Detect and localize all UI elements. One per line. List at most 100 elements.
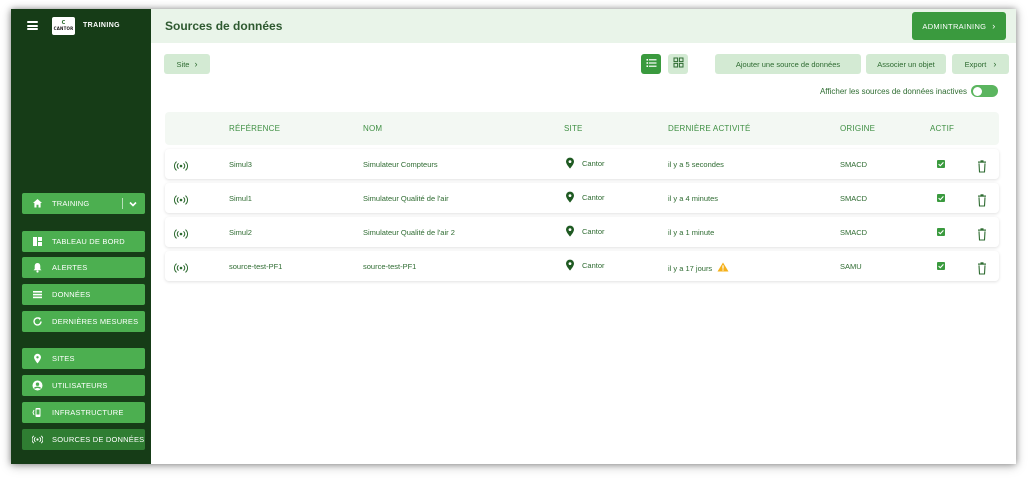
grid-view-icon [673,55,684,73]
chevron-right-icon: › [194,59,198,69]
broadcast-icon [32,434,43,445]
column-header-name[interactable]: NOM [363,124,382,133]
sidebar-item-sources-de-donnees[interactable]: SOURCES DE DONNÉES [22,429,145,450]
last-activity-text: il y a 1 minute [668,228,715,237]
cell-reference[interactable]: Simul3 [229,160,252,169]
sidebar-item-label: SITES [52,354,75,363]
active-checkbox[interactable] [937,228,945,236]
column-header-last-activity[interactable]: DERNIÈRE ACTIVITÉ [668,124,751,133]
sidebar-item-label: TABLEAU DE BORD [52,237,125,246]
delete-trash-icon[interactable] [977,262,987,275]
location-pin-icon [565,191,575,203]
location-pin-icon [565,157,575,169]
associate-object-button[interactable]: Associer un objet [866,54,946,74]
sidebar-item-utilisateurs[interactable]: UTILISATEURS [22,375,145,396]
show-inactive-toggle[interactable] [971,85,998,97]
active-checkbox[interactable] [937,262,945,270]
site-filter-button[interactable]: Site › [164,54,210,74]
add-data-source-button[interactable]: Ajouter une source de données [715,54,861,74]
location-pin-icon [565,225,575,237]
site-filter-label: Site [176,59,190,69]
cell-origin: SAMU [840,262,862,271]
column-header-site[interactable]: SITE [564,124,583,133]
hamburger-menu-icon[interactable] [27,21,38,30]
workspace-label: TRAINING [52,199,90,208]
show-inactive-label: Afficher les sources de données inactive… [819,86,967,96]
app-window: C CANTOR TRAINING TRAINING TABLEAU DE BO… [11,9,1016,464]
bell-icon [32,262,43,273]
cell-last-activity: il y a 4 minutes [668,194,718,203]
sidebar-item-dernieres-mesures[interactable]: DERNIÈRES MESURES [22,311,145,332]
grid-view-button[interactable] [668,54,688,74]
location-pin-icon [565,259,575,271]
sidebar-header: C CANTOR TRAINING [11,9,151,43]
sidebar-item-infrastructure[interactable]: INFRASTRUCTURE [22,402,145,423]
delete-trash-icon[interactable] [977,194,987,207]
sidebar-item-label: DONNÉES [52,290,91,299]
broadcast-icon [173,228,189,240]
table-row[interactable]: Simul3 Simulateur Compteurs Cantor il y … [165,149,999,179]
chevron-right-icon: › [992,21,996,31]
divider [122,198,123,209]
site-name: Cantor [582,192,605,202]
sidebar-item-label: DERNIÈRES MESURES [52,317,139,326]
sidebar-item-label: INFRASTRUCTURE [52,408,124,417]
user-menu-button[interactable]: ADMINTRAINING › [912,12,1006,40]
cell-origin: SMACD [840,228,868,237]
associate-object-label: Associer un objet [877,59,935,69]
sidebar-item-label: UTILISATEURS [52,381,108,390]
main-content: Sources de données ADMINTRAINING › Site … [151,9,1016,464]
cell-site: Cantor [565,191,605,203]
delete-trash-icon[interactable] [977,228,987,241]
list-view-button[interactable] [641,54,661,74]
refresh-icon [32,316,43,327]
cell-reference[interactable]: source-test-PF1 [229,262,282,271]
table-row[interactable]: source-test-PF1 source-test-PF1 Cantor i… [165,251,999,281]
cell-last-activity: il y a 5 secondes [668,160,724,169]
cell-site: Cantor [565,157,605,169]
column-header-reference[interactable]: RÉFÉRENCE [229,124,280,133]
home-icon [32,198,43,209]
export-button[interactable]: Export › [952,54,1009,74]
user-icon [32,380,43,391]
user-name: ADMINTRAINING [922,21,987,31]
page-header: Sources de données ADMINTRAINING › [151,9,1016,43]
sidebar-item-sites[interactable]: SITES [22,348,145,369]
column-header-origin[interactable]: ORIGINE [840,124,875,133]
cell-name: Simulateur Compteurs [363,160,438,169]
site-name: Cantor [582,260,605,270]
app-name: TRAINING [83,22,121,29]
export-label: Export [964,59,987,69]
last-activity-text: il y a 5 secondes [668,160,724,169]
device-icon [32,407,43,418]
column-header-active[interactable]: ACTIF [930,124,954,133]
cell-reference[interactable]: Simul2 [229,228,252,237]
broadcast-icon [173,262,189,274]
sidebar: C CANTOR TRAINING TRAINING TABLEAU DE BO… [11,9,151,464]
last-activity-text: il y a 17 jours [668,264,713,273]
location-pin-icon [32,353,43,364]
table-body: Simul3 Simulateur Compteurs Cantor il y … [165,149,999,281]
cell-name: Simulateur Qualité de l'air 2 [363,228,455,237]
sidebar-item-donnees[interactable]: DONNÉES [22,284,145,305]
logo-text: CANTOR [53,26,74,31]
active-checkbox[interactable] [937,160,945,168]
cell-name: Simulateur Qualité de l'air [363,194,449,203]
cell-origin: SMACD [840,160,868,169]
sidebar-item-tableau-de-bord[interactable]: TABLEAU DE BORD [22,231,145,252]
sidebar-item-alertes[interactable]: ALERTES [22,257,145,278]
warning-icon [717,262,729,272]
delete-trash-icon[interactable] [977,160,987,173]
table-row[interactable]: Simul2 Simulateur Qualité de l'air 2 Can… [165,217,999,247]
sidebar-item-label: ALERTES [52,263,88,272]
cell-last-activity: il y a 1 minute [668,228,714,237]
site-name: Cantor [582,226,605,236]
active-checkbox[interactable] [937,194,945,202]
table-row[interactable]: Simul1 Simulateur Qualité de l'air Canto… [165,183,999,213]
workspace-selector[interactable]: TRAINING [22,193,145,214]
broadcast-icon [173,160,189,172]
chevron-down-icon[interactable] [128,199,138,209]
cell-site: Cantor [565,225,605,237]
cell-reference[interactable]: Simul1 [229,194,252,203]
cantor-logo[interactable]: C CANTOR [52,17,75,35]
